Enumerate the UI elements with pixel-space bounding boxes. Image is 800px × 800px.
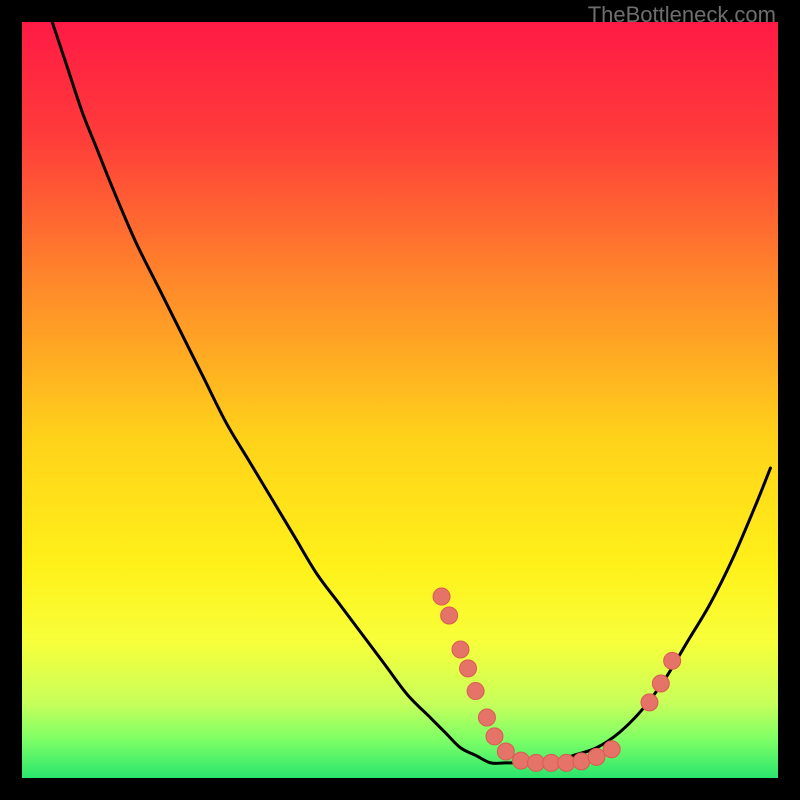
curve-marker: [497, 743, 514, 760]
chart-frame: [22, 22, 778, 778]
curve-marker: [528, 754, 545, 771]
bottleneck-chart: [22, 22, 778, 778]
watermark-text: TheBottleneck.com: [588, 2, 776, 28]
curve-marker: [588, 748, 605, 765]
curve-marker: [641, 694, 658, 711]
curve-marker: [478, 709, 495, 726]
curve-marker: [512, 752, 529, 769]
curve-marker: [467, 683, 484, 700]
curve-marker: [452, 641, 469, 658]
curve-marker: [543, 754, 560, 771]
curve-marker: [573, 753, 590, 770]
curve-marker: [603, 741, 620, 758]
curve-marker: [664, 652, 681, 669]
curve-marker: [652, 675, 669, 692]
curve-marker: [460, 660, 477, 677]
curve-marker: [486, 728, 503, 745]
curve-marker: [441, 607, 458, 624]
curve-marker: [433, 588, 450, 605]
curve-marker: [558, 754, 575, 771]
